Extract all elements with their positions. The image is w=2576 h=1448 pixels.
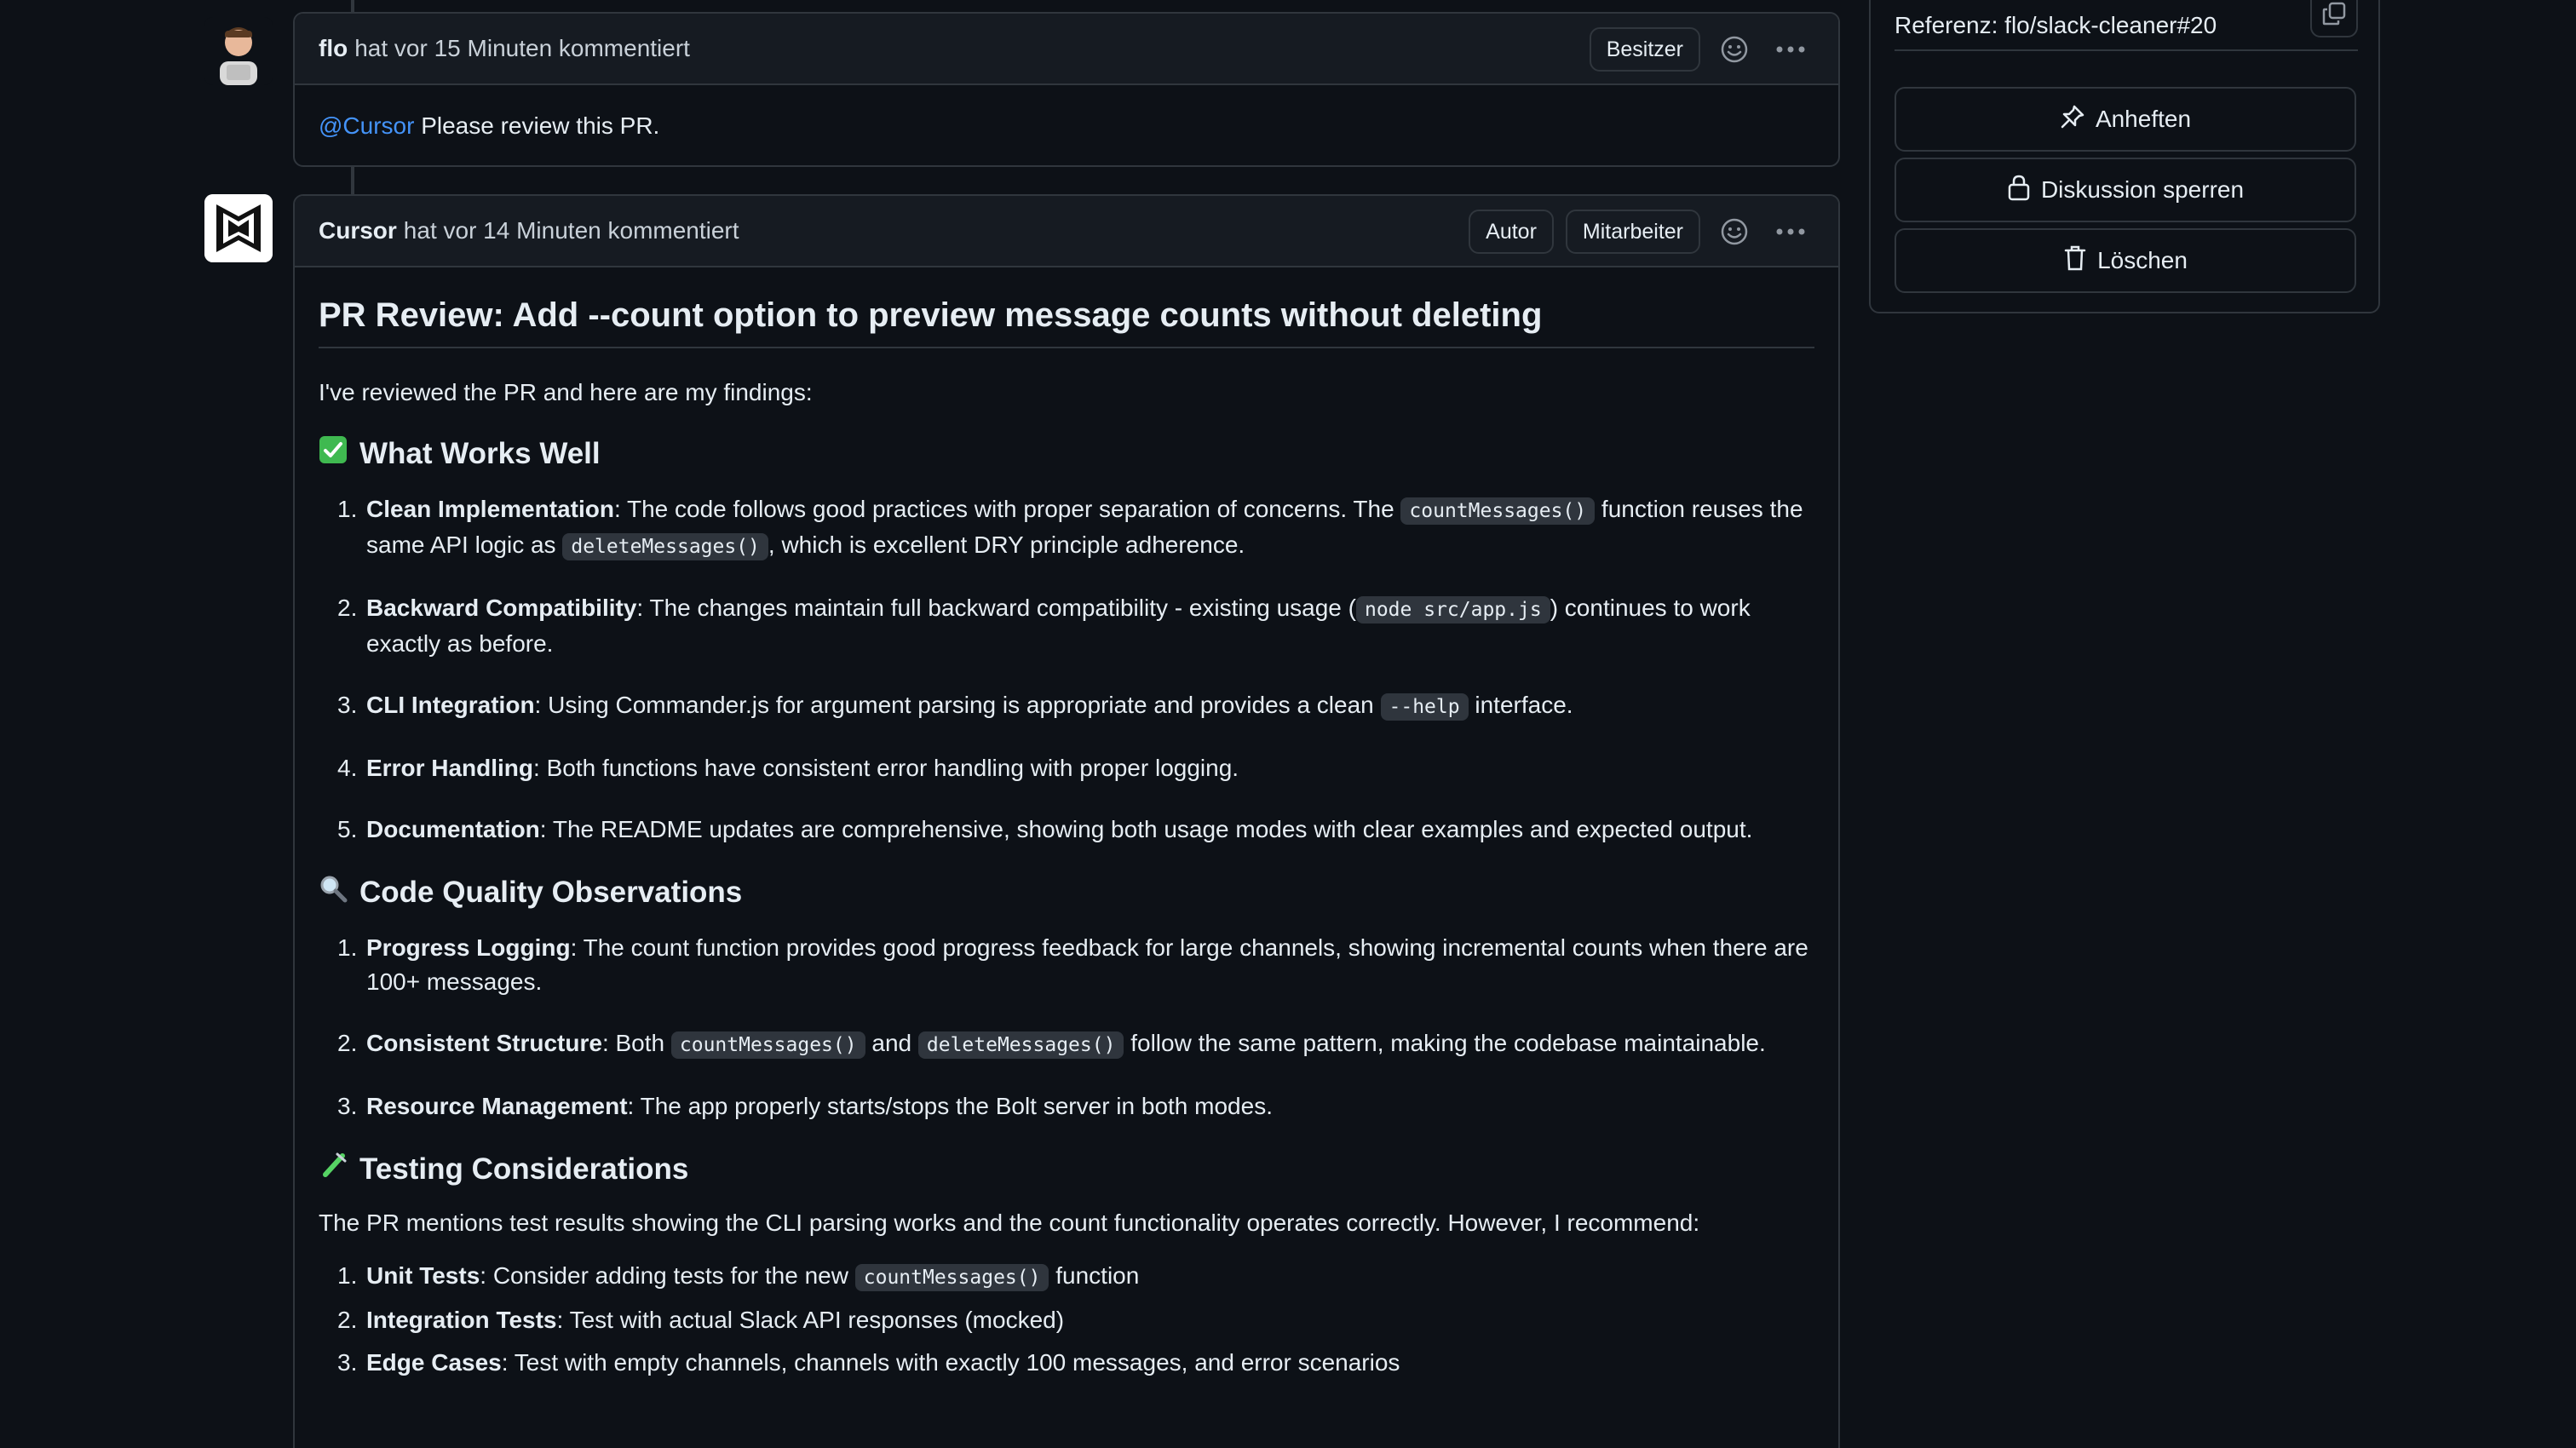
avatar-cursor[interactable] (204, 194, 273, 262)
section-heading-works-well: What Works Well (319, 435, 1814, 472)
testing-intro: The PR mentions test results showing the… (319, 1210, 1700, 1236)
review-title: PR Review: Add --count option to preview… (319, 296, 1814, 348)
check-mark-emoji-icon (319, 435, 348, 472)
lock-conversation-button[interactable]: Diskussion sperren (1895, 158, 2356, 222)
comment-header: Cursor hat vor 14 Minuten kommentiert Au… (295, 196, 1838, 267)
pin-button[interactable]: Anheften (1895, 87, 2356, 152)
mention-link[interactable]: @Cursor (319, 112, 414, 139)
comment-header: flo hat vor 15 Minuten kommentiert Besit… (295, 14, 1838, 85)
kebab-menu-icon[interactable] (1768, 27, 1813, 72)
delete-button[interactable]: Löschen (1895, 228, 2356, 293)
list-item: 5. Documentation: The README updates are … (337, 816, 1753, 842)
works-well-list: 1. Clean Implementation: The code follows… (319, 492, 1814, 847)
comment-author[interactable]: Cursor (319, 217, 397, 244)
comment-text: Please review this PR. (414, 112, 660, 139)
list-item: 2. Backward Compatibility: The changes ma… (337, 595, 1751, 657)
inline-code: countMessages() (670, 1031, 865, 1059)
list-item: 3. CLI Integration: Using Commander.js fo… (337, 688, 1814, 724)
collaborator-badge: Mitarbeiter (1565, 210, 1700, 254)
smiley-icon[interactable] (1712, 210, 1757, 254)
inline-code: countMessages() (854, 1264, 1049, 1291)
list-item: 2. Consistent Structure: Both countMessag… (337, 1026, 1814, 1062)
magnifier-emoji-icon (319, 874, 348, 911)
list-item: 1. Clean Implementation: The code follows… (337, 492, 1814, 564)
delete-label: Löschen (2097, 247, 2188, 273)
pin-icon (2060, 104, 2085, 135)
code-quality-list: 1. Progress Logging: The count function p… (319, 931, 1814, 1123)
comment-body: @Cursor Please review this PR. (295, 85, 1838, 167)
list-item: 4. Error Handling: Both functions have co… (337, 755, 1239, 781)
inline-code: --help (1380, 693, 1469, 721)
list-item: 2. Integration Tests: Test with actual Sl… (337, 1307, 1065, 1333)
comment-timestamp[interactable]: hat vor 15 Minuten kommentiert (354, 35, 690, 62)
lock-icon (2007, 174, 2031, 207)
sidebar-panel: Referenz: flo/slack-cleaner#20 Anheften … (1869, 0, 2380, 313)
comment-timestamp[interactable]: hat vor 14 Minuten kommentiert (404, 217, 739, 244)
test-tube-emoji-icon (319, 1151, 348, 1187)
section-heading-code-quality: Code Quality Observations (319, 874, 1814, 911)
review-body: PR Review: Add --count option to preview… (295, 296, 1838, 1380)
section-heading-testing: Testing Considerations (319, 1151, 1814, 1187)
testing-list: 1. Unit Tests: Consider adding tests for … (319, 1259, 1814, 1380)
kebab-menu-icon[interactable] (1768, 210, 1813, 254)
list-item: 3. Resource Management: The app properly … (337, 1093, 1273, 1119)
comment-flo: flo hat vor 15 Minuten kommentiert Besit… (293, 12, 1840, 167)
reference-text: Referenz: flo/slack-cleaner#20 (1895, 12, 2217, 38)
author-badge: Autor (1469, 210, 1554, 254)
inline-code: deleteMessages() (917, 1031, 1124, 1059)
review-intro: I've reviewed the PR and here are my fin… (319, 379, 813, 405)
inline-code: deleteMessages() (562, 533, 768, 560)
list-item: 3. Edge Cases: Test with empty channels, … (337, 1349, 1400, 1376)
comment-author[interactable]: flo (319, 35, 348, 62)
owner-badge: Besitzer (1589, 27, 1700, 72)
comment-cursor: Cursor hat vor 14 Minuten kommentiert Au… (293, 194, 1840, 1448)
pin-label: Anheften (2095, 106, 2192, 132)
copy-icon[interactable] (2310, 0, 2358, 37)
avatar-flo[interactable] (204, 17, 273, 85)
list-item: 1. Unit Tests: Consider adding tests for … (337, 1259, 1814, 1295)
smiley-icon[interactable] (1712, 27, 1757, 72)
inline-code: node src/app.js (1355, 596, 1550, 623)
inline-code: countMessages() (1400, 497, 1596, 525)
lock-label: Diskussion sperren (2040, 176, 2245, 203)
trash-icon (2063, 244, 2087, 278)
reference-row: Referenz: flo/slack-cleaner#20 (1895, 0, 2358, 51)
list-item: 1. Progress Logging: The count function p… (337, 934, 1808, 995)
